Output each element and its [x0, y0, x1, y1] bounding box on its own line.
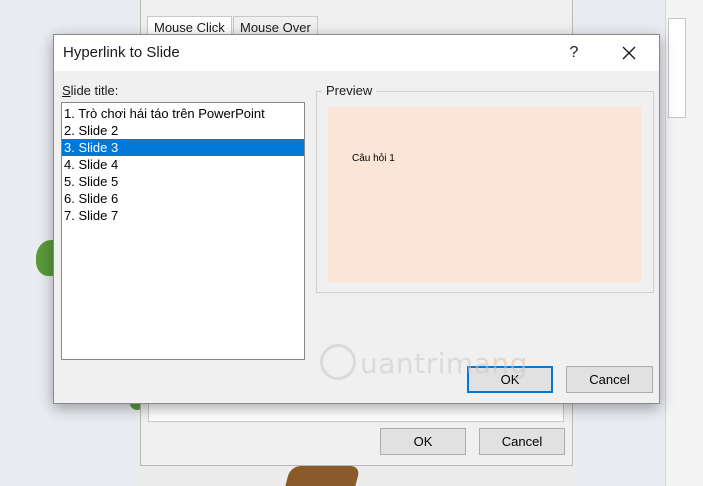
tree-trunk-decoration — [285, 466, 361, 486]
action-settings-cancel-button[interactable]: Cancel — [479, 428, 565, 455]
preview-label: Preview — [322, 83, 377, 98]
list-item[interactable]: 7. Slide 7 — [62, 207, 304, 224]
dialog-titlebar: Hyperlink to Slide ? — [54, 35, 659, 71]
list-item[interactable]: 4. Slide 4 — [62, 156, 304, 173]
slide-title-accelerator: S — [62, 83, 71, 98]
cancel-button[interactable]: Cancel — [566, 366, 653, 393]
list-item[interactable]: 2. Slide 2 — [62, 122, 304, 139]
slide-preview: Câu hỏi 1 — [328, 107, 641, 282]
list-item[interactable]: 5. Slide 5 — [62, 173, 304, 190]
list-item[interactable]: 6. Slide 6 — [62, 190, 304, 207]
help-icon: ? — [569, 44, 579, 61]
ok-button[interactable]: OK — [467, 366, 553, 393]
list-item[interactable]: 1. Trò chơi hái táo trên PowerPoint — [62, 105, 304, 122]
slide-title-label-text: lide title: — [70, 83, 119, 98]
action-settings-ok-button[interactable]: OK — [380, 428, 466, 455]
slide-title-label: Slide title: — [62, 83, 118, 98]
preview-slide-text: Câu hỏi 1 — [352, 153, 395, 164]
close-button[interactable] — [607, 39, 651, 67]
slide-title-list[interactable]: 1. Trò chơi hái táo trên PowerPoint 2. S… — [61, 102, 305, 360]
help-button[interactable]: ? — [554, 39, 594, 67]
scrollbar-thumb[interactable] — [668, 18, 686, 118]
close-icon — [622, 46, 636, 60]
list-item-selected[interactable]: 3. Slide 3 — [62, 139, 304, 156]
hyperlink-to-slide-dialog: Hyperlink to Slide ? Slide title: 1. Trò… — [53, 34, 660, 404]
dialog-title: Hyperlink to Slide — [63, 44, 180, 61]
